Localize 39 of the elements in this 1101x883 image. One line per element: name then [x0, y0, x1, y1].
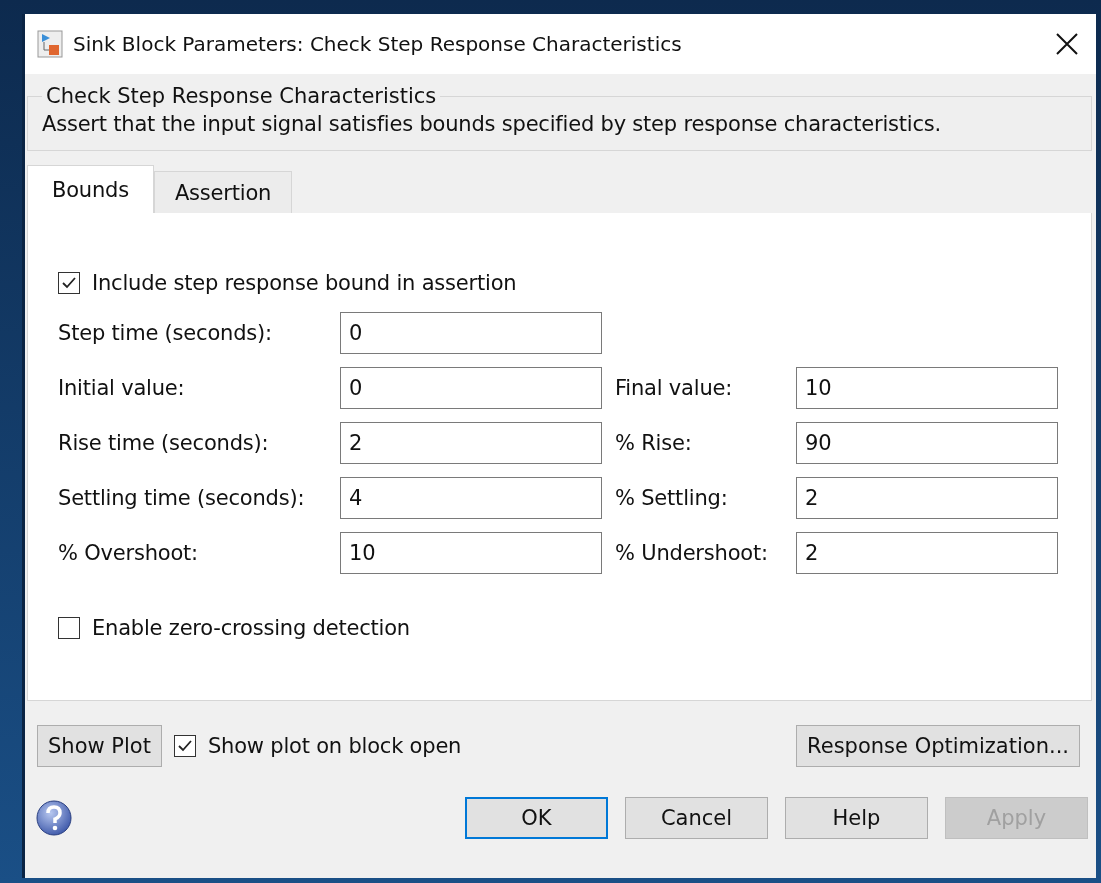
field-label: Initial value: — [58, 375, 186, 400]
input-field[interactable]: 2 — [796, 476, 1058, 519]
input-field[interactable]: 2 — [796, 531, 1058, 574]
input-field[interactable]: 10 — [796, 366, 1058, 409]
input-field[interactable]: 2 — [340, 421, 602, 464]
tab[interactable]: Assertion — [153, 171, 293, 213]
tab[interactable]: Bounds — [27, 165, 154, 213]
field-label: Rise time (seconds): — [58, 430, 270, 455]
checkbox-label: Include step response bound in assertion — [92, 271, 517, 295]
description-text: Assert that the input signal satisfies bounds specified by step response characteristics. — [42, 112, 943, 136]
checkbox[interactable] — [58, 272, 80, 294]
field-label: % Undershoot: — [614, 540, 769, 565]
input-field[interactable]: 10 — [340, 531, 602, 574]
field-label: Step time (seconds): — [58, 320, 273, 345]
input-field[interactable]: 0 — [340, 366, 602, 409]
checkbox[interactable] — [58, 617, 80, 639]
dialog-button[interactable]: Cancel — [625, 797, 768, 839]
field-label: % Settling: — [614, 485, 729, 510]
check-icon — [176, 738, 193, 754]
show-plot-button[interactable]: Show Plot — [37, 725, 162, 767]
field-label: Final value: — [614, 375, 734, 400]
help-icon[interactable] — [35, 799, 73, 837]
dialog-button[interactable]: Help — [785, 797, 928, 839]
field-label: Settling time (seconds): — [58, 485, 306, 510]
checkbox-label: Enable zero-crossing detection — [92, 616, 410, 640]
window-title: Sink Block Parameters: Check Step Response Characteristics — [73, 32, 683, 56]
input-field[interactable]: 4 — [340, 476, 602, 519]
checkbox-label: Show plot on block open — [207, 734, 462, 758]
dialog-button[interactable]: OK — [465, 797, 608, 839]
block-icon — [37, 30, 63, 58]
input-field[interactable]: 90 — [796, 421, 1058, 464]
check-icon — [61, 275, 77, 291]
checkbox[interactable] — [173, 735, 196, 757]
field-label: % Overshoot: — [58, 540, 199, 565]
response-optimization-button[interactable]: Response Optimization... — [796, 725, 1080, 767]
input-field[interactable]: 0 — [340, 311, 602, 354]
close-icon[interactable] — [1056, 33, 1078, 55]
group-title: Check Step Response Characteristics — [45, 84, 438, 108]
field-label: % Rise: — [614, 430, 693, 455]
